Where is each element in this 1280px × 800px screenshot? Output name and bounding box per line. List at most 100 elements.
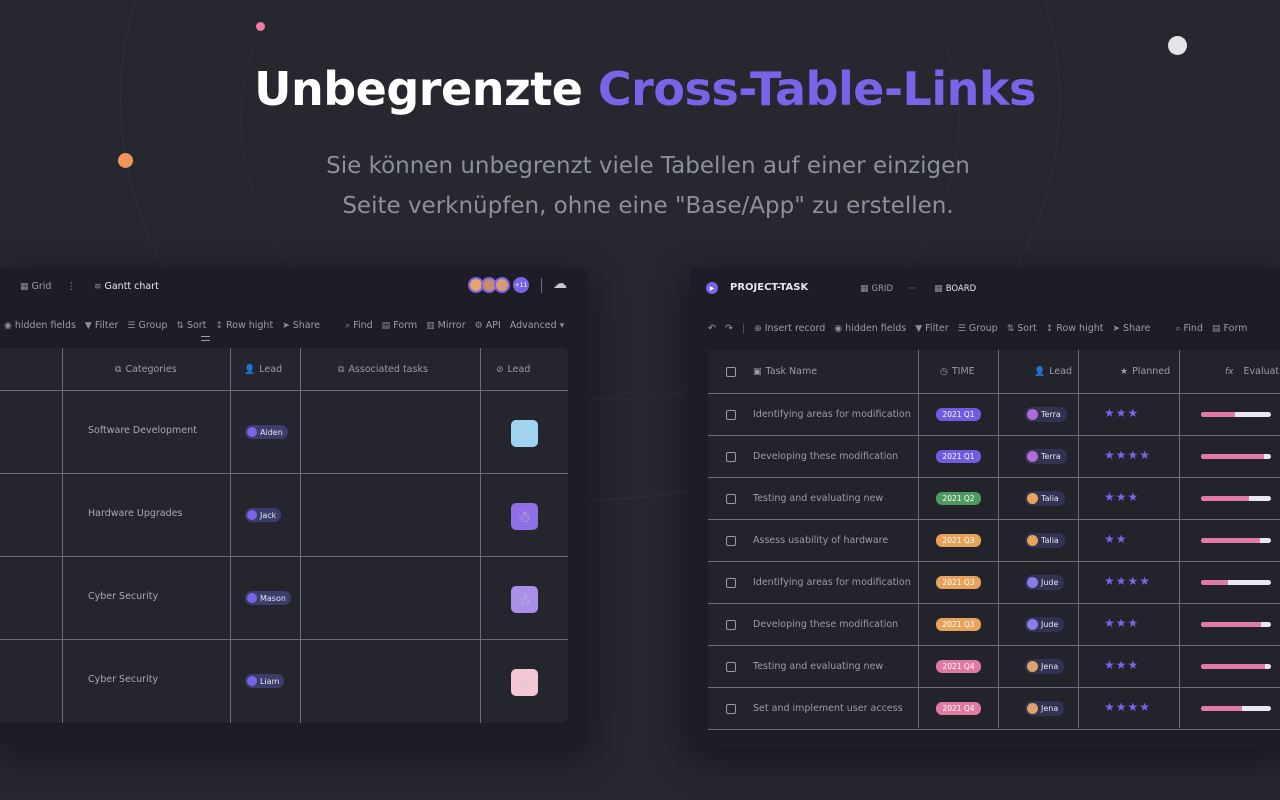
time-badge[interactable]: 2021 Q3 (936, 576, 981, 589)
table-row[interactable]: Identifying areas for modification 2021 Q… (708, 394, 1280, 436)
find-button[interactable]: ⌕ Find (345, 320, 373, 331)
row-checkbox[interactable] (726, 662, 736, 672)
task-name-cell[interactable]: Testing and evaluating new (753, 661, 883, 672)
find-button[interactable]: ⌕ Find (1175, 323, 1203, 334)
scroll-handle-icon[interactable] (201, 336, 210, 341)
column-header-task-name[interactable]: ▣ Task Name (753, 366, 817, 377)
table-row[interactable]: Set and implement user access 2021 Q4 Jena… (708, 688, 1280, 730)
time-badge[interactable]: 2021 Q1 (936, 450, 981, 463)
category-cell[interactable]: Hardware Upgrades (88, 508, 182, 519)
time-badge[interactable]: 2021 Q1 (936, 408, 981, 421)
row-checkbox[interactable] (726, 410, 736, 420)
more-icon[interactable]: ··· (908, 284, 916, 294)
table-row[interactable]: Assess usability of hardware 2021 Q3 Talia… (708, 520, 1280, 562)
column-header-categories[interactable]: ⧉ Categories (115, 364, 177, 375)
rating-stars[interactable]: ★★★★ (1104, 448, 1151, 462)
sort-button[interactable]: ⇅ Sort (176, 320, 206, 331)
filter-button[interactable]: ▼ Filter (85, 320, 118, 331)
rating-stars[interactable]: ★★★ (1104, 616, 1139, 630)
task-name-cell[interactable]: Developing these modification (753, 451, 898, 462)
mirror-button[interactable]: ▥ Mirror (426, 320, 466, 331)
form-button[interactable]: ▤ Form (382, 320, 417, 331)
rating-stars[interactable]: ★★★ (1104, 490, 1139, 504)
rating-stars[interactable]: ★★★★ (1104, 574, 1151, 588)
time-badge[interactable]: 2021 Q3 (936, 534, 981, 547)
time-badge[interactable]: 2021 Q2 (936, 492, 981, 505)
filter-button[interactable]: ▼ Filter (915, 323, 948, 334)
lead-chip[interactable]: Talia (1025, 533, 1065, 548)
column-header-time[interactable]: ◷ TIME (940, 366, 975, 377)
row-hight-button[interactable]: ↕ Row hight (1046, 323, 1104, 334)
sort-button[interactable]: ⇅ Sort (1007, 323, 1037, 334)
category-cell[interactable]: Cyber Security (88, 674, 158, 685)
row-checkbox[interactable] (726, 578, 736, 588)
advanced-dropdown[interactable]: Advanced ▾ (510, 320, 567, 331)
task-name-cell[interactable]: Developing these modification (753, 619, 898, 630)
row-checkbox[interactable] (726, 704, 736, 714)
hidden-fields-button[interactable]: ◉ hidden fields (834, 323, 906, 334)
lead-chip[interactable]: Liam (245, 674, 285, 688)
form-button[interactable]: ▤ Form (1212, 323, 1247, 334)
lead-chip[interactable]: Aiden (245, 425, 288, 439)
lead-chip[interactable]: Mason (245, 591, 291, 605)
row-checkbox[interactable] (726, 620, 736, 630)
table-row[interactable]: Testing and evaluating new 2021 Q2 Talia ★★… (708, 478, 1280, 520)
row-checkbox[interactable] (726, 452, 736, 462)
tab-board[interactable]: ▦ BOARD (934, 284, 976, 294)
table-row[interactable]: Identifying areas for modification 2021 Q… (708, 562, 1280, 604)
lead-chip[interactable]: Talia (1025, 491, 1065, 506)
task-name-cell[interactable]: Assess usability of hardware (753, 535, 888, 546)
collaborator-avatars[interactable]: +11 (468, 277, 529, 293)
lead-chip[interactable]: Terra (1025, 407, 1067, 422)
column-header-lead-2[interactable]: ⊘ Lead (496, 364, 530, 375)
row-checkbox[interactable] (726, 536, 736, 546)
snowman-icon[interactable]: ☃ (511, 420, 538, 447)
table-row[interactable]: Developing these modification 2021 Q1 Terr… (708, 436, 1280, 478)
category-cell[interactable]: Software Development (88, 425, 197, 436)
share-button[interactable]: ➤ Share (1113, 323, 1151, 334)
cloud-sync-icon[interactable]: ☁ (553, 276, 567, 292)
time-badge[interactable]: 2021 Q4 (936, 702, 981, 715)
column-header-evaluation[interactable]: fx Evaluation (1225, 366, 1280, 377)
snowman-icon[interactable]: ☃ (511, 503, 538, 530)
lead-chip[interactable]: Jude (1025, 575, 1065, 590)
table-row[interactable]: Testing and evaluating new 2021 Q4 Jena ★★★… (708, 646, 1280, 688)
lead-chip[interactable]: Jena (1025, 701, 1065, 716)
task-name-cell[interactable]: Set and implement user access (753, 703, 903, 714)
category-cell[interactable]: Cyber Security (88, 591, 158, 602)
api-button[interactable]: ⚙ API (475, 320, 501, 331)
rating-stars[interactable]: ★★★★ (1104, 700, 1151, 714)
tab-grid[interactable]: ▦ GRID (860, 284, 893, 294)
table-row[interactable]: Developing these modification 2021 Q3 Jude… (708, 604, 1280, 646)
task-name-cell[interactable]: Identifying areas for modification (753, 577, 911, 588)
rating-stars[interactable]: ★★★ (1104, 658, 1139, 672)
task-name-cell[interactable]: Testing and evaluating new (753, 493, 883, 504)
lead-chip[interactable]: Jena (1025, 659, 1065, 674)
play-icon[interactable]: ▶ (706, 282, 718, 294)
time-badge[interactable]: 2021 Q4 (936, 660, 981, 673)
time-badge[interactable]: 2021 Q3 (936, 618, 981, 631)
row-checkbox[interactable] (726, 494, 736, 504)
rating-stars[interactable]: ★★★ (1104, 406, 1139, 420)
lead-chip[interactable]: Jack (245, 508, 282, 522)
rating-stars[interactable]: ★★ (1104, 532, 1128, 546)
group-button[interactable]: ☰ Group (958, 323, 998, 334)
tab-gantt[interactable]: ≡ Gantt chart (94, 281, 159, 292)
insert-record-button[interactable]: ⊕ Insert record (754, 323, 825, 334)
snowman-icon[interactable]: ☃ (511, 669, 538, 696)
lead-chip[interactable]: Terra (1025, 449, 1067, 464)
redo-button[interactable]: ↷ (725, 323, 733, 334)
column-header-planned[interactable]: ★ Planned (1120, 366, 1170, 377)
hidden-fields-button[interactable]: ◉ hidden fields (4, 320, 76, 331)
row-hight-button[interactable]: ↕ Row hight (215, 320, 273, 331)
more-icon[interactable]: ⋮ (66, 281, 76, 292)
group-button[interactable]: ☰ Group (127, 320, 167, 331)
share-button[interactable]: ➤ Share (282, 320, 320, 331)
column-header-lead[interactable]: 👤 Lead (1034, 366, 1072, 377)
snowman-icon[interactable]: ☃ (511, 586, 538, 613)
tab-grid[interactable]: ▦ Grid (20, 281, 51, 292)
undo-button[interactable]: ↶ (708, 323, 716, 334)
select-all-checkbox[interactable] (726, 367, 736, 377)
column-header-lead[interactable]: 👤 Lead (244, 364, 282, 375)
column-header-associated-tasks[interactable]: ⧉ Associated tasks (338, 364, 428, 375)
